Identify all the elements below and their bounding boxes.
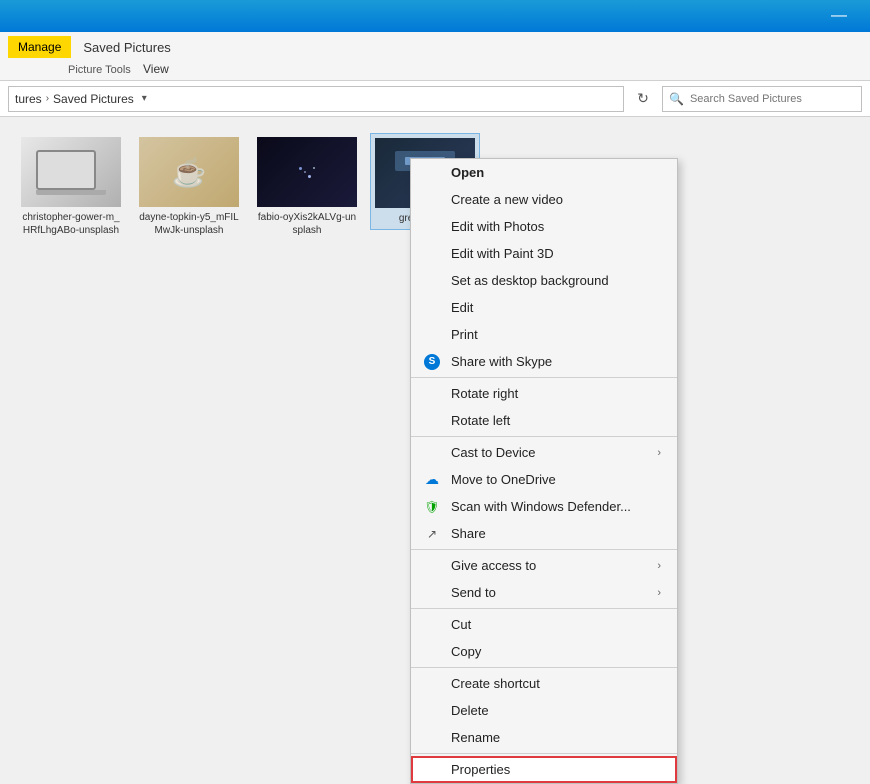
refresh-button[interactable]: ↻	[630, 86, 656, 112]
context-menu-divider	[411, 608, 677, 609]
context-menu-item-label: Share with Skype	[451, 354, 552, 369]
thumb-content	[21, 137, 121, 207]
context-menu-item-label: Give access to	[451, 558, 536, 573]
context-menu-item-copy[interactable]: Copy	[411, 638, 677, 665]
breadcrumb-current: Saved Pictures	[53, 92, 134, 106]
breadcrumb-parent: tures	[15, 92, 42, 106]
context-menu-item-label: Edit with Photos	[451, 219, 544, 234]
file-label: dayne-topkin-y5_mFILMwJk-unsplash	[139, 211, 239, 237]
tab-view[interactable]: View	[143, 62, 169, 76]
context-menu-item-onedrive[interactable]: ☁ Move to OneDrive	[411, 466, 677, 493]
share-icon: ↗	[423, 525, 441, 543]
context-menu-item-label: Rename	[451, 730, 500, 745]
submenu-arrow-icon: ›	[657, 447, 661, 459]
context-menu-item-create-shortcut[interactable]: Create shortcut	[411, 670, 677, 697]
onedrive-icon: ☁	[423, 471, 441, 489]
context-menu-item-rotate-left[interactable]: Rotate left	[411, 407, 677, 434]
context-menu-item-share[interactable]: ↗ Share	[411, 520, 677, 547]
breadcrumb-dropdown-icon[interactable]: ▾	[142, 93, 147, 104]
ribbon: Manage Saved Pictures Picture Tools View	[0, 32, 870, 81]
context-menu: Open Create a new video Edit with Photos Ed…	[410, 158, 678, 784]
context-menu-divider	[411, 549, 677, 550]
context-menu-item-label: Properties	[451, 762, 510, 777]
minimize-button[interactable]: —	[816, 0, 862, 32]
context-menu-item-label: Create a new video	[451, 192, 563, 207]
context-menu-item-give-access[interactable]: Give access to ›	[411, 552, 677, 579]
file-thumbnail: ☕	[139, 137, 239, 207]
ribbon-subtitle: Picture Tools View	[60, 62, 870, 80]
context-menu-item-label: Move to OneDrive	[451, 472, 556, 487]
address-bar: tures › Saved Pictures ▾ ↻ 🔍	[0, 81, 870, 117]
context-menu-item-label: Scan with Windows Defender...	[451, 499, 631, 514]
thumb-content	[257, 137, 357, 207]
ribbon-top: Manage Saved Pictures	[0, 32, 870, 62]
list-item[interactable]: fabio-oyXis2kALVg-unsplash	[252, 133, 362, 241]
context-menu-item-label: Copy	[451, 644, 481, 659]
submenu-arrow-icon: ›	[657, 587, 661, 599]
context-menu-item-label: Set as desktop background	[451, 273, 609, 288]
context-menu-item-label: Rotate left	[451, 413, 510, 428]
title-bar-buttons: —	[816, 0, 862, 32]
context-menu-divider	[411, 753, 677, 754]
context-menu-item-send-to[interactable]: Send to ›	[411, 579, 677, 606]
context-menu-item-edit-photos[interactable]: Edit with Photos	[411, 213, 677, 240]
context-menu-item-skype[interactable]: S Share with Skype	[411, 348, 677, 375]
list-item[interactable]: ☕ dayne-topkin-y5_mFILMwJk-unsplash	[134, 133, 244, 241]
context-menu-item-edit-paint3d[interactable]: Edit with Paint 3D	[411, 240, 677, 267]
skype-icon: S	[423, 353, 441, 371]
file-label: fabio-oyXis2kALVg-unsplash	[257, 211, 357, 237]
breadcrumb-separator: ›	[46, 93, 49, 104]
context-menu-item-label: Delete	[451, 703, 489, 718]
context-menu-item-defender[interactable]: 🛡 Scan with Windows Defender...	[411, 493, 677, 520]
file-label: christopher-gower-m_HRfLhgABo-unsplash	[21, 211, 121, 237]
context-menu-divider	[411, 377, 677, 378]
file-thumbnail	[257, 137, 357, 207]
breadcrumb[interactable]: tures › Saved Pictures ▾	[8, 86, 624, 112]
context-menu-item-cut[interactable]: Cut	[411, 611, 677, 638]
context-menu-item-properties[interactable]: Properties	[411, 756, 677, 783]
context-menu-item-label: Print	[451, 327, 478, 342]
thumb-content: ☕	[139, 137, 239, 207]
context-menu-item-create-video[interactable]: Create a new video	[411, 186, 677, 213]
context-menu-item-label: Send to	[451, 585, 496, 600]
context-menu-item-set-desktop[interactable]: Set as desktop background	[411, 267, 677, 294]
list-item[interactable]: christopher-gower-m_HRfLhgABo-unsplash	[16, 133, 126, 241]
context-menu-item-label: Share	[451, 526, 486, 541]
title-bar: —	[0, 0, 870, 32]
context-menu-item-label: Edit	[451, 300, 473, 315]
context-menu-item-open[interactable]: Open	[411, 159, 677, 186]
context-menu-item-edit[interactable]: Edit	[411, 294, 677, 321]
context-menu-item-label: Rotate right	[451, 386, 518, 401]
context-menu-item-label: Cut	[451, 617, 471, 632]
search-input[interactable]	[690, 93, 855, 105]
submenu-arrow-icon: ›	[657, 560, 661, 572]
picture-tools-label: Picture Tools	[68, 64, 131, 76]
context-menu-divider	[411, 436, 677, 437]
search-icon: 🔍	[669, 92, 684, 106]
search-box[interactable]: 🔍	[662, 86, 862, 112]
context-menu-item-rotate-right[interactable]: Rotate right	[411, 380, 677, 407]
context-menu-divider	[411, 667, 677, 668]
context-menu-item-delete[interactable]: Delete	[411, 697, 677, 724]
defender-icon: 🛡	[423, 498, 441, 516]
context-menu-item-label: Cast to Device	[451, 445, 536, 460]
context-menu-item-label: Open	[451, 165, 484, 180]
context-menu-item-cast[interactable]: Cast to Device ›	[411, 439, 677, 466]
context-menu-item-print[interactable]: Print	[411, 321, 677, 348]
context-menu-item-rename[interactable]: Rename	[411, 724, 677, 751]
context-menu-item-label: Edit with Paint 3D	[451, 246, 554, 261]
window-title: Saved Pictures	[83, 40, 170, 55]
file-thumbnail	[21, 137, 121, 207]
tab-manage[interactable]: Manage	[8, 36, 71, 58]
context-menu-item-label: Create shortcut	[451, 676, 540, 691]
